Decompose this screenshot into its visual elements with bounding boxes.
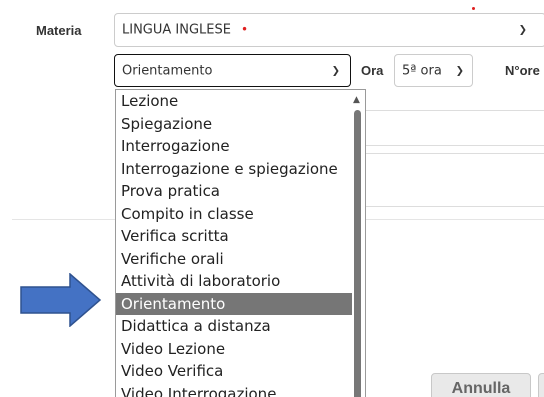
activity-type-value: Orientamento <box>122 63 213 78</box>
ora-select[interactable]: 5ª ora ❯ <box>394 54 473 87</box>
dropdown-option[interactable]: Spiegazione <box>116 113 352 136</box>
annulla-button[interactable]: Annulla <box>431 373 531 397</box>
scrollbar[interactable]: ▲ <box>352 90 363 397</box>
activity-type-dropdown-list[interactable]: Lezione Spiegazione Interrogazione Interrog… <box>115 89 366 397</box>
blue-right-arrow-icon <box>20 273 102 327</box>
required-mark: • <box>240 22 249 37</box>
chevron-down-icon: ❯ <box>455 65 464 76</box>
dropdown-option[interactable]: Video Lezione <box>116 338 352 361</box>
ora-label: Ora <box>361 63 384 78</box>
scrollbar-thumb[interactable] <box>354 110 361 397</box>
dropdown-option[interactable]: Compito in classe <box>116 203 352 226</box>
materia-value: LINGUA INGLESE <box>122 22 231 38</box>
materia-select[interactable]: LINGUA INGLESE • ❯ <box>114 13 544 47</box>
dropdown-option[interactable]: Didattica a distanza <box>116 315 352 338</box>
activity-type-select[interactable]: Orientamento ❯ <box>114 54 351 87</box>
dropdown-option[interactable]: Verifiche orali <box>116 248 352 271</box>
dropdown-option[interactable]: Video Interrogazione <box>116 383 352 397</box>
materia-label: Materia <box>36 23 82 38</box>
dropdown-option[interactable]: Lezione <box>116 90 352 113</box>
secondary-button[interactable] <box>538 373 544 397</box>
chevron-down-icon: ❯ <box>518 24 527 36</box>
scroll-up-arrow-icon[interactable]: ▲ <box>353 95 360 105</box>
ora-value: 5ª ora <box>402 63 442 78</box>
nore-label: N°ore <box>505 63 540 78</box>
dropdown-option[interactable]: Interrogazione <box>116 135 352 158</box>
dropdown-option[interactable]: Prova pratica <box>116 180 352 203</box>
dropdown-option[interactable]: Video Verifica <box>116 360 352 383</box>
chevron-down-icon: ❯ <box>331 65 340 76</box>
option-list: Lezione Spiegazione Interrogazione Interrog… <box>116 90 365 397</box>
dropdown-option[interactable]: Orientamento <box>116 292 352 315</box>
dropdown-option[interactable]: Attività di laboratorio <box>116 270 352 293</box>
required-dot <box>472 7 475 10</box>
dropdown-option[interactable]: Verifica scritta <box>116 225 352 248</box>
dropdown-option[interactable]: Interrogazione e spiegazione <box>116 158 352 181</box>
